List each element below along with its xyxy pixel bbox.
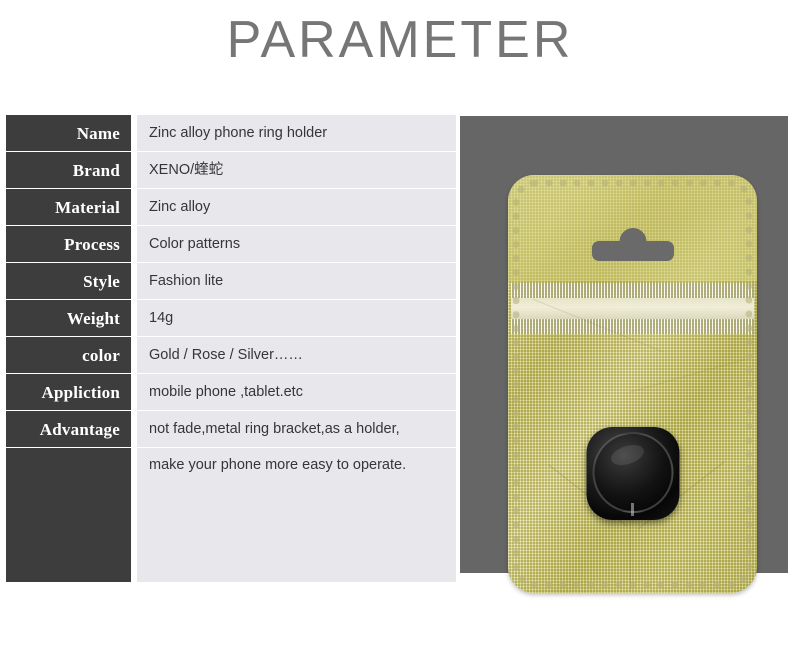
spec-label-process: Process [6, 226, 131, 262]
zip-strip-top [511, 283, 754, 298]
ring-notch [631, 503, 634, 516]
zip-strip-bottom [511, 319, 754, 334]
spec-value-advantage: not fade,metal ring bracket,as a holder, [137, 411, 456, 447]
spec-value-material: Zinc alloy [137, 189, 456, 225]
table-row: Appliction mobile phone ,tablet.etc [0, 374, 458, 410]
page-title: PARAMETER [226, 11, 574, 69]
product-photo-panel [460, 116, 788, 593]
product-parameter-page: PARAMETER Name Zinc alloy phone ring hol… [0, 0, 800, 653]
spec-value-process: Color patterns [137, 226, 456, 262]
ring-inner-circle [592, 432, 673, 513]
spec-label-material: Material [6, 189, 131, 225]
table-row: Weight 14g [0, 300, 458, 336]
spec-label-style: Style [6, 263, 131, 299]
spec-label-appliction: Appliction [6, 374, 131, 410]
spec-label-advantage-continued [6, 448, 131, 582]
spec-value-weight: 14g [137, 300, 456, 336]
zip-window [511, 298, 754, 319]
table-row: Advantage not fade,metal ring bracket,as… [0, 411, 458, 447]
table-row: Process Color patterns [0, 226, 458, 262]
table-row: Material Zinc alloy [0, 189, 458, 225]
spec-label-brand: Brand [6, 152, 131, 188]
product-package-pouch [508, 175, 757, 593]
phone-ring-holder [586, 427, 679, 520]
spec-value-appliction: mobile phone ,tablet.etc [137, 374, 456, 410]
spec-label-weight: Weight [6, 300, 131, 336]
spec-value-brand: XENO/蝰蛇 [137, 152, 456, 188]
spec-label-color: color [6, 337, 131, 373]
table-row: Brand XENO/蝰蛇 [0, 152, 458, 188]
spec-value-advantage-continued: make your phone more easy to operate. [137, 448, 456, 582]
table-row: Style Fashion lite [0, 263, 458, 299]
table-row: color Gold / Rose / Silver…… [0, 337, 458, 373]
spec-label-advantage: Advantage [6, 411, 131, 447]
spec-value-name: Zinc alloy phone ring holder [137, 115, 456, 151]
hang-slot-icon [591, 241, 674, 261]
table-row: Name Zinc alloy phone ring holder [0, 115, 458, 151]
table-row: make your phone more easy to operate. [0, 448, 458, 582]
spec-value-color: Gold / Rose / Silver…… [137, 337, 456, 373]
foil-crease [630, 358, 746, 393]
spec-label-name: Name [6, 115, 131, 151]
ring-gloss-highlight [608, 441, 646, 469]
spec-value-style: Fashion lite [137, 263, 456, 299]
parameter-table: Name Zinc alloy phone ring holder Brand … [0, 115, 458, 582]
